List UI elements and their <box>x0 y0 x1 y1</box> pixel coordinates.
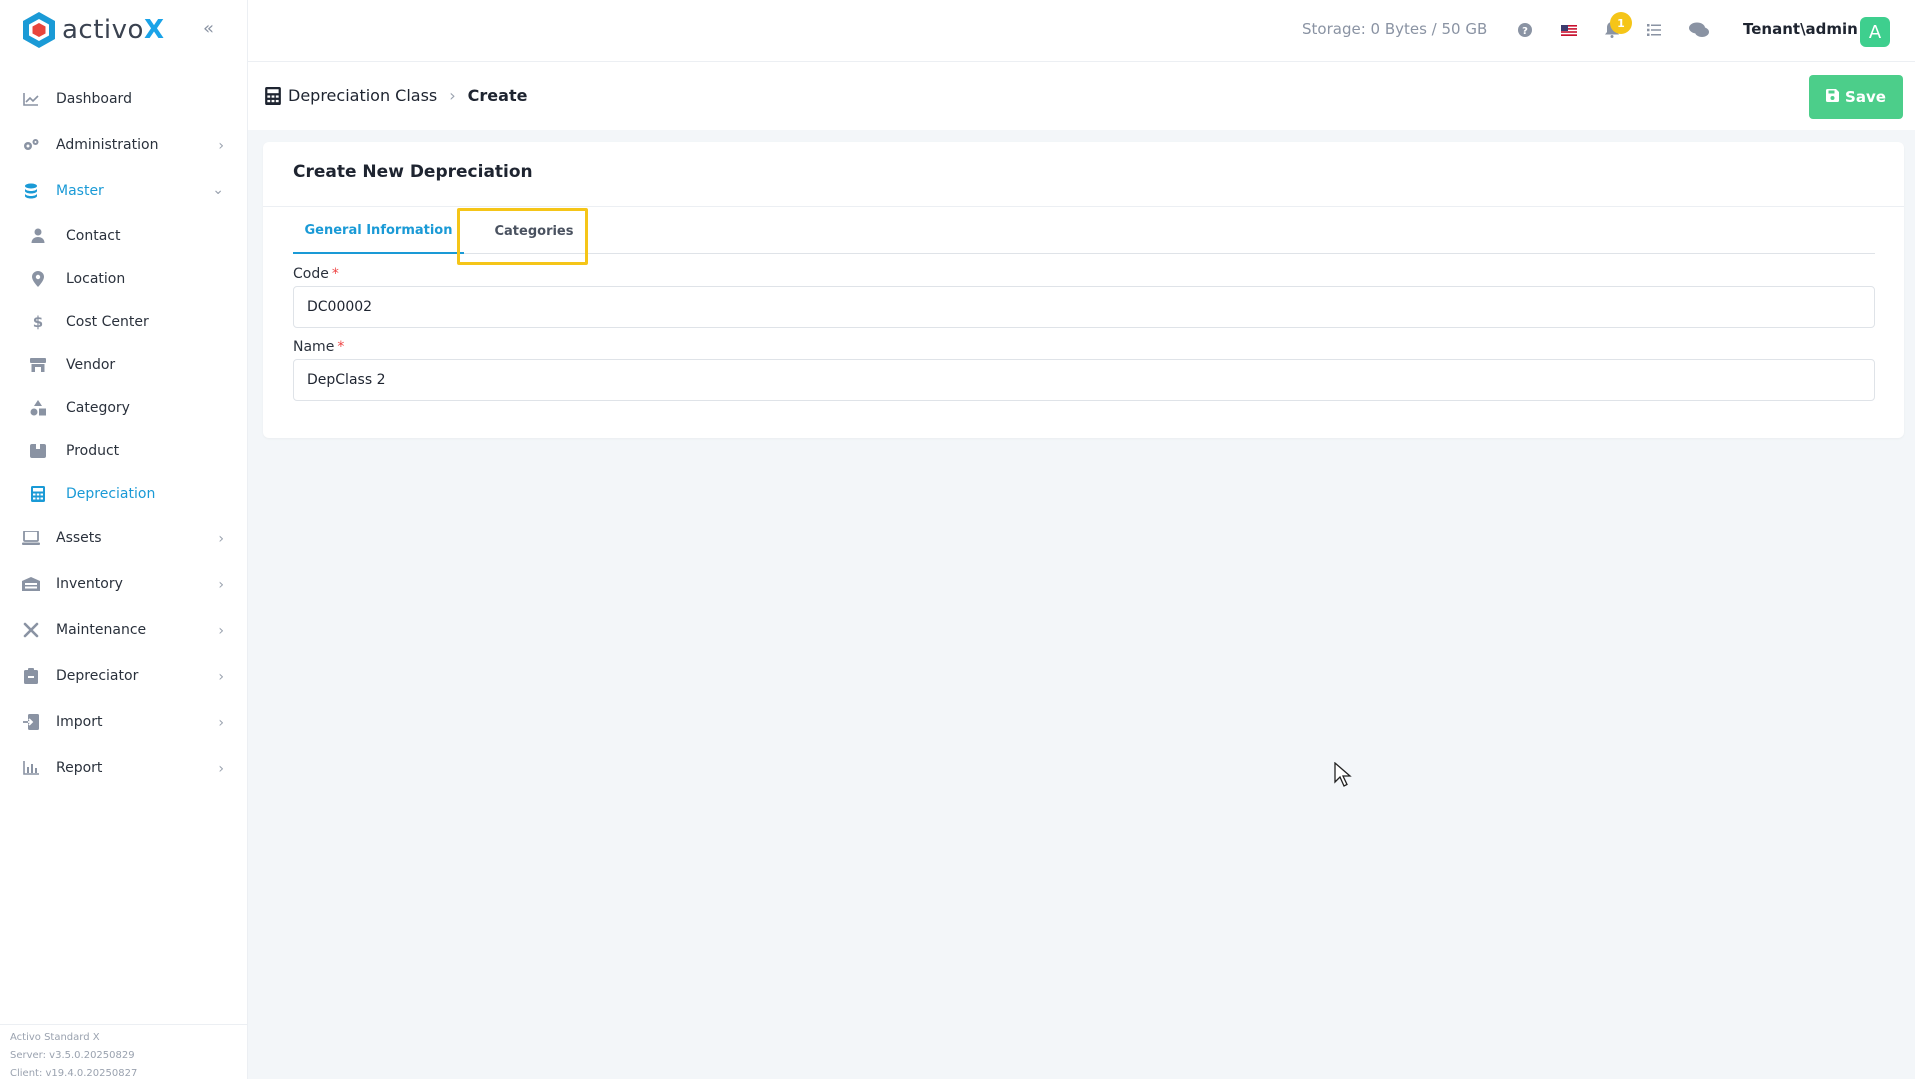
chart-line-icon <box>22 90 40 108</box>
sidebar-subitem-cost-center[interactable]: $ Cost Center <box>0 300 248 343</box>
sidebar-subitem-label: Contact <box>66 227 121 244</box>
required-mark: * <box>331 266 339 282</box>
save-button[interactable]: Save <box>1809 75 1903 119</box>
sidebar-item-label: Depreciator <box>56 668 139 684</box>
us-flag-icon[interactable] <box>1559 20 1579 40</box>
chevron-right-icon: › <box>218 761 224 777</box>
chevron-down-icon: ⌄ <box>212 182 224 198</box>
topbar: Storage: 0 Bytes / 50 GB ? 1 Tenant\admi… <box>248 0 1915 62</box>
logo-hexagon-icon <box>23 12 55 48</box>
tools-icon <box>22 621 40 639</box>
map-pin-icon <box>30 270 46 287</box>
sidebar-item-label: Dashboard <box>56 91 132 107</box>
sidebar: activoX « Dashboard Administration › Mas… <box>0 0 248 1079</box>
card-title: Create New Depreciation <box>293 162 533 182</box>
code-field[interactable] <box>293 286 1875 328</box>
storage-usage: Storage: 0 Bytes / 50 GB <box>1302 20 1488 38</box>
avatar[interactable]: A <box>1860 17 1890 47</box>
sidebar-item-label: Master <box>56 183 104 199</box>
tab-categories[interactable]: Categories <box>469 208 599 254</box>
chevron-right-icon: › <box>218 138 224 154</box>
page-header: Depreciation Class › Create Save <box>248 62 1915 130</box>
sidebar-nav: Dashboard Administration › Master ⌄ Cont… <box>0 76 248 791</box>
chevron-right-icon: › <box>218 531 224 547</box>
save-label: Save <box>1845 88 1886 106</box>
code-label: Code * <box>293 266 339 282</box>
chat-icon[interactable] <box>1689 20 1709 40</box>
breadcrumb-parent[interactable]: Depreciation Class <box>288 86 437 105</box>
sidebar-item-administration[interactable]: Administration › <box>0 122 248 168</box>
bar-chart-icon <box>22 759 40 777</box>
sidebar-item-report[interactable]: Report › <box>0 745 248 791</box>
dollar-icon: $ <box>32 312 44 331</box>
sidebar-item-import[interactable]: Import › <box>0 699 248 745</box>
gears-icon <box>22 136 40 154</box>
sidebar-subitem-vendor[interactable]: Vendor <box>0 343 248 386</box>
sidebar-subitem-label: Product <box>66 442 120 459</box>
clipboard-icon <box>22 667 40 685</box>
sidebar-item-depreciator[interactable]: Depreciator › <box>0 653 248 699</box>
sidebar-subitem-label: Location <box>66 270 126 287</box>
chevron-right-icon: › <box>218 669 224 685</box>
database-icon <box>22 182 40 200</box>
sidebar-item-label: Maintenance <box>56 622 147 638</box>
name-label: Name * <box>293 339 345 355</box>
logo[interactable]: activoX <box>22 10 165 50</box>
server-version: Server: v3.5.0.20250829 <box>10 1050 135 1061</box>
tabs: General Information Categories <box>293 208 1875 254</box>
notification-badge: 1 <box>1610 12 1632 34</box>
breadcrumb: Depreciation Class › Create <box>264 86 527 105</box>
import-icon <box>22 713 40 731</box>
sidebar-item-label: Administration <box>56 137 159 153</box>
client-version: Client: v19.4.0.20250827 <box>10 1068 138 1079</box>
sidebar-item-inventory[interactable]: Inventory › <box>0 561 248 607</box>
store-icon <box>30 357 46 373</box>
sidebar-subitem-label: Vendor <box>66 356 116 373</box>
version-info: Activo Standard X Server: v3.5.0.2025082… <box>0 1024 248 1079</box>
sidebar-subitem-category[interactable]: Category <box>0 386 248 429</box>
sidebar-subitem-label: Cost Center <box>66 313 149 330</box>
shapes-icon <box>30 399 46 416</box>
chevron-right-icon: › <box>218 577 224 593</box>
user-icon <box>30 228 46 244</box>
laptop-icon <box>22 529 40 547</box>
calculator-icon <box>30 485 46 502</box>
form-card: Create New Depreciation General Informat… <box>263 142 1904 438</box>
chevron-right-icon: › <box>449 86 456 105</box>
sidebar-item-master[interactable]: Master ⌄ <box>0 168 248 214</box>
svg-text:?: ? <box>1522 26 1528 37</box>
sidebar-item-label: Import <box>56 714 103 730</box>
tasks-list-icon[interactable] <box>1644 20 1664 40</box>
sidebar-subitem-product[interactable]: Product <box>0 429 248 472</box>
sidebar-item-label: Assets <box>56 530 102 546</box>
chevron-right-icon: › <box>218 715 224 731</box>
calculator-icon <box>265 86 281 105</box>
mouse-cursor-icon <box>1334 762 1352 787</box>
name-field[interactable] <box>293 359 1875 401</box>
sidebar-subitem-location[interactable]: Location <box>0 257 248 300</box>
sidebar-item-dashboard[interactable]: Dashboard <box>0 76 248 122</box>
sidebar-subitem-label: Depreciation <box>66 485 156 502</box>
divider <box>263 206 1904 207</box>
warehouse-icon <box>22 575 40 593</box>
required-mark: * <box>337 339 345 355</box>
sidebar-subitem-depreciation[interactable]: Depreciation <box>0 472 248 515</box>
collapse-sidebar-icon[interactable]: « <box>203 18 214 39</box>
sidebar-item-assets[interactable]: Assets › <box>0 515 248 561</box>
sidebar-subitem-contact[interactable]: Contact <box>0 214 248 257</box>
sidebar-item-label: Inventory <box>56 576 123 592</box>
help-icon[interactable]: ? <box>1515 20 1535 40</box>
breadcrumb-current: Create <box>467 86 528 105</box>
floppy-disk-icon <box>1826 88 1840 106</box>
product-name: Activo Standard X <box>10 1032 100 1043</box>
sidebar-item-label: Report <box>56 760 103 776</box>
tab-general-information[interactable]: General Information <box>293 208 464 254</box>
chevron-right-icon: › <box>218 623 224 639</box>
logo-text: activoX <box>62 15 165 45</box>
sidebar-subitem-label: Category <box>66 399 130 416</box>
box-icon <box>30 443 46 459</box>
sidebar-item-maintenance[interactable]: Maintenance › <box>0 607 248 653</box>
user-name[interactable]: Tenant\admin <box>1743 20 1858 38</box>
